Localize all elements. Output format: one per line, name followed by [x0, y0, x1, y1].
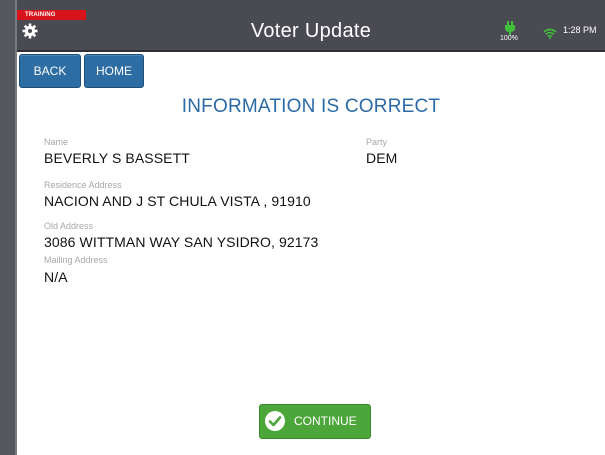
home-button[interactable]: HOME [84, 54, 144, 88]
mailing-address-value: N/A [44, 269, 68, 285]
continue-button[interactable]: CONTINUE [259, 404, 371, 439]
residence-address-value: NACION AND J ST CHULA VISTA , 91910 [44, 193, 311, 209]
check-circle-icon [264, 410, 286, 432]
party-value: DEM [366, 150, 398, 166]
old-address-value: 3086 WITTMAN WAY SAN YSIDRO, 92173 [44, 234, 319, 250]
name-value: BEVERLY S BASSETT [44, 150, 190, 166]
back-button[interactable]: BACK [19, 54, 81, 88]
continue-button-label: CONTINUE [294, 414, 357, 428]
wifi-icon [543, 26, 557, 39]
confirmation-heading: INFORMATION IS CORRECT [181, 96, 441, 117]
battery-percentage: 100% [500, 35, 518, 42]
left-edge-highlight [15, 0, 17, 455]
party-label: Party [366, 137, 388, 147]
name-label: Name [44, 137, 69, 147]
residence-address-label: Residence Address [44, 180, 122, 190]
mailing-address-label: Mailing Address [44, 255, 108, 265]
clock-time: 1:28 PM [563, 25, 597, 35]
old-address-label: Old Address [44, 221, 94, 231]
